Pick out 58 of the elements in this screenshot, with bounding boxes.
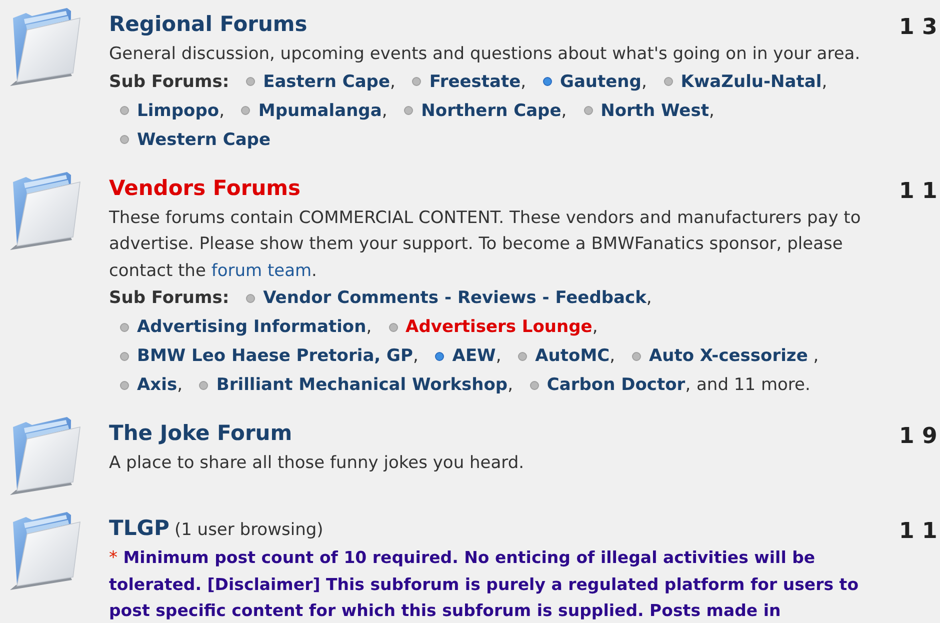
subforum-link[interactable]: Eastern Cape xyxy=(263,72,390,92)
subforums-label: Sub Forums: xyxy=(109,288,230,308)
subforum-link[interactable]: BMW Leo Haese Pretoria, GP xyxy=(137,346,413,366)
comma: , xyxy=(685,375,691,395)
subforum-link[interactable]: Axis xyxy=(137,375,178,395)
subforum-link[interactable]: Vendor Comments - Reviews - Feedback xyxy=(263,288,646,308)
forum-title[interactable]: Vendors Forums xyxy=(109,176,301,200)
post-count: 1 9 xyxy=(899,424,938,449)
comma: , xyxy=(812,346,819,366)
post-count: 1 1 xyxy=(899,178,938,204)
subforum-link[interactable]: Western Cape xyxy=(137,130,271,150)
description-link[interactable]: forum team xyxy=(211,260,312,280)
folder-icon xyxy=(10,6,82,86)
comma: , xyxy=(219,100,224,120)
forum-description: These forums contain COMMERCIAL CONTENT. These vendors and manufacturers pay to advertise. Please show them your support. To become a BMWFanatics sponsor, please contact the forum team. xyxy=(109,206,861,282)
folder-icon xyxy=(10,415,82,495)
forum-description: General discussion, upcoming events and questions about what's going on in your area. xyxy=(109,43,861,66)
folder-icon xyxy=(10,170,82,250)
comma: , xyxy=(366,317,372,337)
subforum-link[interactable]: Gauteng xyxy=(560,72,642,92)
subforum-link[interactable]: Carbon Doctor xyxy=(546,375,686,395)
forum-description: A place to share all those funny jokes you heard. xyxy=(109,452,526,475)
post-count: 1 3 xyxy=(899,15,938,40)
comma: , xyxy=(496,346,502,366)
comma: , xyxy=(561,100,567,120)
forum-title[interactable]: TLGP xyxy=(109,516,170,540)
comma: , xyxy=(382,100,388,120)
browsing-count: (1 user browsing) xyxy=(174,520,324,540)
subforum-link[interactable]: Advertising Information xyxy=(137,317,366,337)
comma: , xyxy=(592,317,598,337)
subforum-link[interactable]: KwaZulu-Natal xyxy=(680,72,822,92)
forum-title[interactable]: Regional Forums xyxy=(109,12,308,36)
subforum-link[interactable]: AEW xyxy=(452,346,496,366)
subforum-link[interactable]: Auto X-cessorize xyxy=(648,346,808,366)
comma: , xyxy=(390,72,396,92)
subforum-link[interactable]: Brilliant Mechanical Workshop xyxy=(216,375,508,395)
comma: , xyxy=(412,346,418,366)
comma: , xyxy=(646,288,652,308)
comma: , xyxy=(822,72,828,92)
forum-title[interactable]: The Joke Forum xyxy=(109,421,292,445)
subforum-link[interactable]: North West xyxy=(600,100,709,120)
forum-description: * Minimum post count of 10 required. No enticing of illegal activities will be tolerated. [Disclaimer] This subforum is purely a regulated platform for users to post specific content for which this subforum is supplied. Posts made in xyxy=(109,547,860,622)
comma: , xyxy=(177,375,182,395)
post-count: 1 1 xyxy=(899,519,938,544)
subforums-label: Sub Forums: xyxy=(109,72,230,92)
subforum-link[interactable]: Northern Cape xyxy=(421,100,562,120)
comma: , xyxy=(641,72,647,92)
comma: , xyxy=(708,100,714,120)
subforum-link[interactable]: Freestate xyxy=(429,72,521,92)
comma: , xyxy=(520,72,526,92)
folder-icon xyxy=(10,510,82,590)
comma: , xyxy=(610,346,616,366)
subforum-link[interactable]: AutoMC xyxy=(535,346,610,366)
subforum-link[interactable]: Mpumalanga xyxy=(258,100,382,120)
more-count-text: and 11 more. xyxy=(696,375,810,395)
subforum-link[interactable]: Advertisers Lounge xyxy=(406,317,592,337)
subforum-link[interactable]: Limpopo xyxy=(137,100,220,120)
comma: , xyxy=(508,375,513,395)
